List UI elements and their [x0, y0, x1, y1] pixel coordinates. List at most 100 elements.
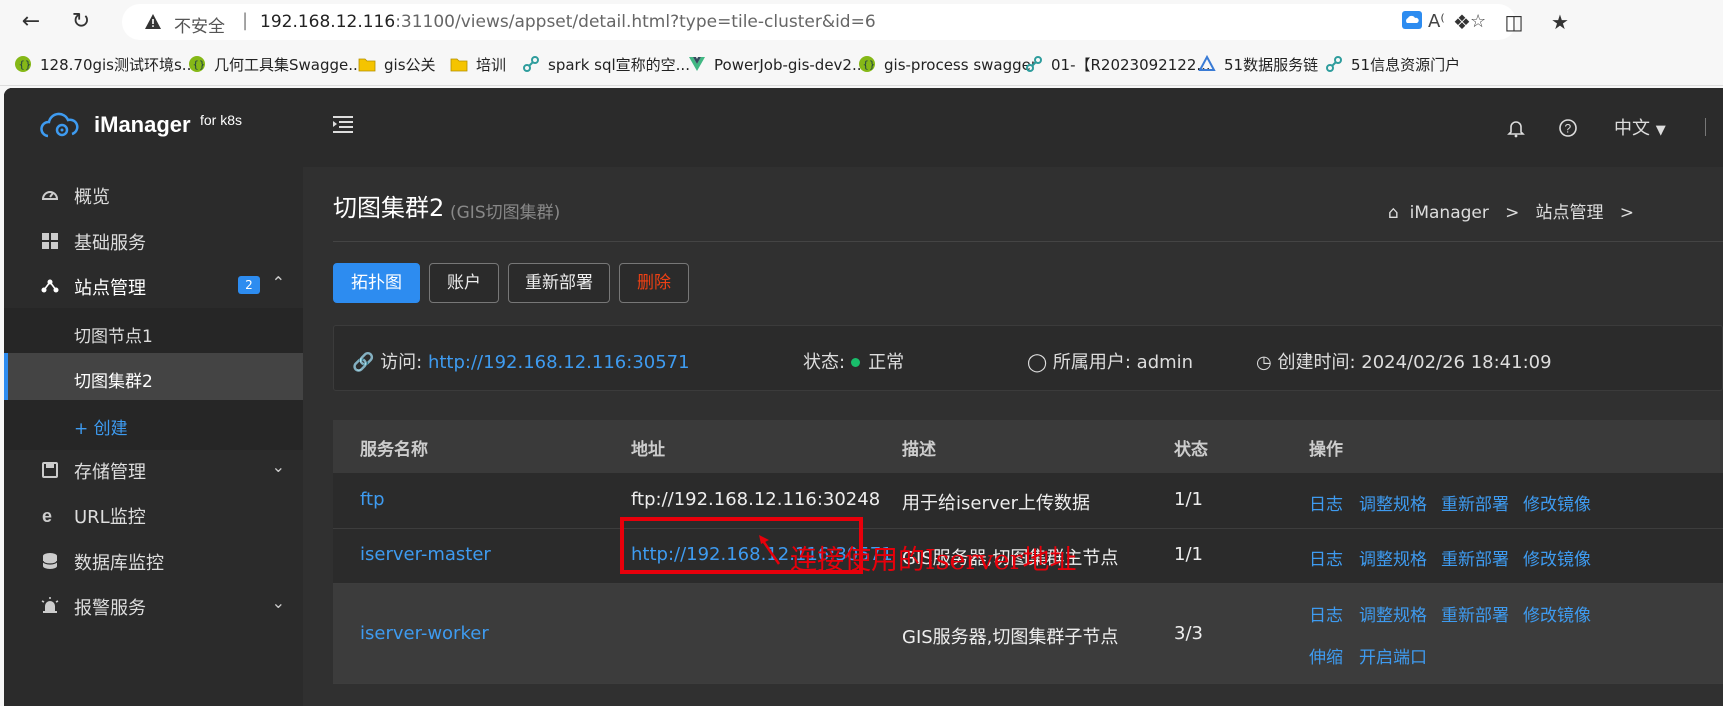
folder-icon [358, 56, 384, 74]
change-image-action[interactable]: 修改镜像 [1523, 490, 1591, 515]
bookmark-item[interactable]: spark sql宣称的空... [522, 54, 690, 76]
redeploy-action[interactable]: 重新部署 [1441, 601, 1509, 626]
url-host: 192.168.12.116 [260, 12, 396, 32]
scale-action[interactable]: 伸缩 [1309, 643, 1343, 668]
resize-action[interactable]: 调整规格 [1359, 601, 1427, 626]
breadcrumb-item[interactable]: 站点管理 [1536, 203, 1604, 223]
bookmark-item[interactable]: {} gis-process swagger [858, 54, 1037, 76]
split-screen-icon[interactable]: ◫ [1501, 9, 1527, 35]
log-action[interactable]: 日志 [1309, 601, 1343, 626]
service-name-link[interactable]: iserver-master [360, 544, 491, 565]
resize-action[interactable]: 调整规格 [1359, 490, 1427, 515]
service-name-link[interactable]: iserver-worker [360, 623, 489, 644]
sidebar-item-label: 概览 [74, 187, 110, 208]
sidebar-item-storage[interactable]: 存储管理 ⌄ [4, 445, 303, 495]
resize-action[interactable]: 调整规格 [1359, 545, 1427, 570]
column-header: 服务名称 [360, 440, 428, 460]
redeploy-action[interactable]: 重新部署 [1441, 545, 1509, 570]
service-name-link[interactable]: ftp [360, 489, 385, 510]
svg-text:{}: {} [193, 60, 206, 71]
bookmark-item[interactable]: gis公关 [358, 54, 436, 76]
breadcrumb-item[interactable]: iManager [1410, 203, 1489, 223]
chevron-down-icon[interactable]: ⌄ [272, 593, 285, 612]
topology-button[interactable]: 拓扑图 [333, 263, 420, 303]
ie-icon: e [42, 506, 52, 525]
grid-icon [42, 233, 58, 249]
redeploy-button[interactable]: 重新部署 [508, 263, 610, 303]
chevron-up-icon[interactable]: ⌃ [272, 273, 285, 292]
change-image-action[interactable]: 修改镜像 [1523, 545, 1591, 570]
home-icon[interactable]: ⌂ [1388, 203, 1399, 223]
link-icon [522, 56, 548, 74]
breadcrumb: ⌂ iManager > 站点管理 > [1388, 198, 1634, 223]
bookmark-item[interactable]: 培训 [450, 54, 506, 76]
extensions-icon[interactable]: ❖ [1449, 9, 1475, 35]
favorites-icon[interactable]: ★ [1547, 9, 1573, 35]
column-header: 地址 [631, 440, 665, 460]
sidebar-item-site-management[interactable]: 站点管理 2 ⌃ [4, 261, 303, 311]
sidebar-item-overview[interactable]: 概览 [4, 170, 303, 220]
bookmark-item[interactable]: {} 几何工具集Swagge... [188, 54, 363, 76]
header-divider [333, 241, 1723, 242]
bookmark-item[interactable]: {} 128.70gis测试环境s... [14, 54, 196, 76]
menu-collapse-icon[interactable] [333, 114, 355, 134]
bookmark-item[interactable]: 51信息资源门户 [1325, 54, 1460, 76]
bookmark-label: 51数据服务链 [1224, 56, 1319, 74]
url-text[interactable]: 192.168.12.116:31100/views/appset/detail… [260, 12, 876, 32]
swagger-icon: {} [14, 56, 40, 74]
site-info-bar: 🔗 访问: http://192.168.12.116:30571 状态: 正常 … [333, 325, 1723, 391]
bookmark-label: gis公关 [384, 56, 436, 74]
status-info: 状态: 正常 [803, 348, 904, 374]
status-label: 状态: [803, 352, 846, 373]
account-button[interactable]: 账户 [429, 263, 499, 303]
bookmark-label: 128.70gis测试环境s... [40, 56, 197, 74]
redeploy-action[interactable]: 重新部署 [1441, 490, 1509, 515]
access-url-link[interactable]: http://192.168.12.116:30571 [428, 352, 690, 373]
address-bar[interactable]: 不安全 | 192.168.12.116:31100/views/appset/… [122, 4, 1516, 40]
bookmark-item[interactable]: 01-【R2023092122... [1025, 54, 1211, 76]
page-subtitle: (GIS切图集群) [450, 203, 561, 223]
created-info: ◷ 创建时间: 2024/02/26 18:41:09 [1256, 348, 1552, 374]
sidebar-item-database-monitor[interactable]: 数据库监控 [4, 536, 303, 586]
log-action[interactable]: 日志 [1309, 545, 1343, 570]
log-action[interactable]: 日志 [1309, 490, 1343, 515]
bookmark-item[interactable]: PowerJob-gis-dev2... [688, 54, 866, 76]
help-icon[interactable]: ? [1558, 118, 1578, 138]
sidebar-item-alarm[interactable]: 报警服务 ⌄ [4, 581, 303, 631]
sidebar-item-label: 基础服务 [74, 233, 146, 254]
reload-icon[interactable]: ↻ [66, 8, 96, 36]
bookmark-item[interactable]: 51数据服务链 [1198, 54, 1318, 76]
table-header: 服务名称 地址 描述 状态 操作 [333, 420, 1723, 473]
column-header: 操作 [1309, 440, 1343, 460]
caret-down-icon: ▼ [1655, 123, 1666, 138]
logo-subtext: for k8s [200, 112, 243, 128]
owner-label: 所属用户: admin [1052, 352, 1194, 373]
sidebar-subitem-tile-node-1[interactable]: 切图节点1 [4, 308, 303, 358]
sidebar-item-base-services[interactable]: 基础服务 [4, 216, 303, 266]
svg-text:?: ? [1565, 122, 1572, 136]
back-arrow-icon[interactable]: ← [16, 8, 46, 36]
sidebar-subitem-create[interactable]: + 创建 [4, 400, 303, 450]
cloud-icon[interactable] [1399, 9, 1425, 35]
service-address: ftp://192.168.12.116:30248 [631, 489, 881, 510]
service-description: 用于给iserver上传数据 [902, 493, 1090, 514]
breadcrumb-separator: > [1619, 203, 1635, 223]
create-link[interactable]: + 创建 [74, 414, 128, 439]
delete-button[interactable]: 删除 [619, 263, 689, 303]
bookmark-label: 51信息资源门户 [1351, 56, 1461, 74]
logo[interactable]: iManager for k8s [4, 88, 303, 167]
bell-icon[interactable] [1506, 118, 1526, 138]
access-label: 访问: [380, 352, 423, 373]
sidebar-subitem-tile-cluster-2[interactable]: 切图集群2 [4, 353, 303, 403]
sidebar-item-url-monitor[interactable]: e URL监控 [4, 490, 303, 540]
annotation-arrow-icon [759, 535, 781, 565]
language-selector[interactable]: 中文 ▼ [1614, 114, 1666, 140]
column-header: 状态 [1174, 440, 1208, 460]
header-divider [1705, 118, 1706, 136]
read-aloud-icon[interactable]: A⁽ [1428, 11, 1445, 32]
language-label: 中文 [1614, 118, 1650, 139]
chevron-down-icon[interactable]: ⌄ [272, 457, 285, 476]
url-path: :31100/views/appset/detail.html?type=til… [395, 12, 876, 32]
open-port-action[interactable]: 开启端口 [1359, 643, 1427, 668]
change-image-action[interactable]: 修改镜像 [1523, 601, 1591, 626]
